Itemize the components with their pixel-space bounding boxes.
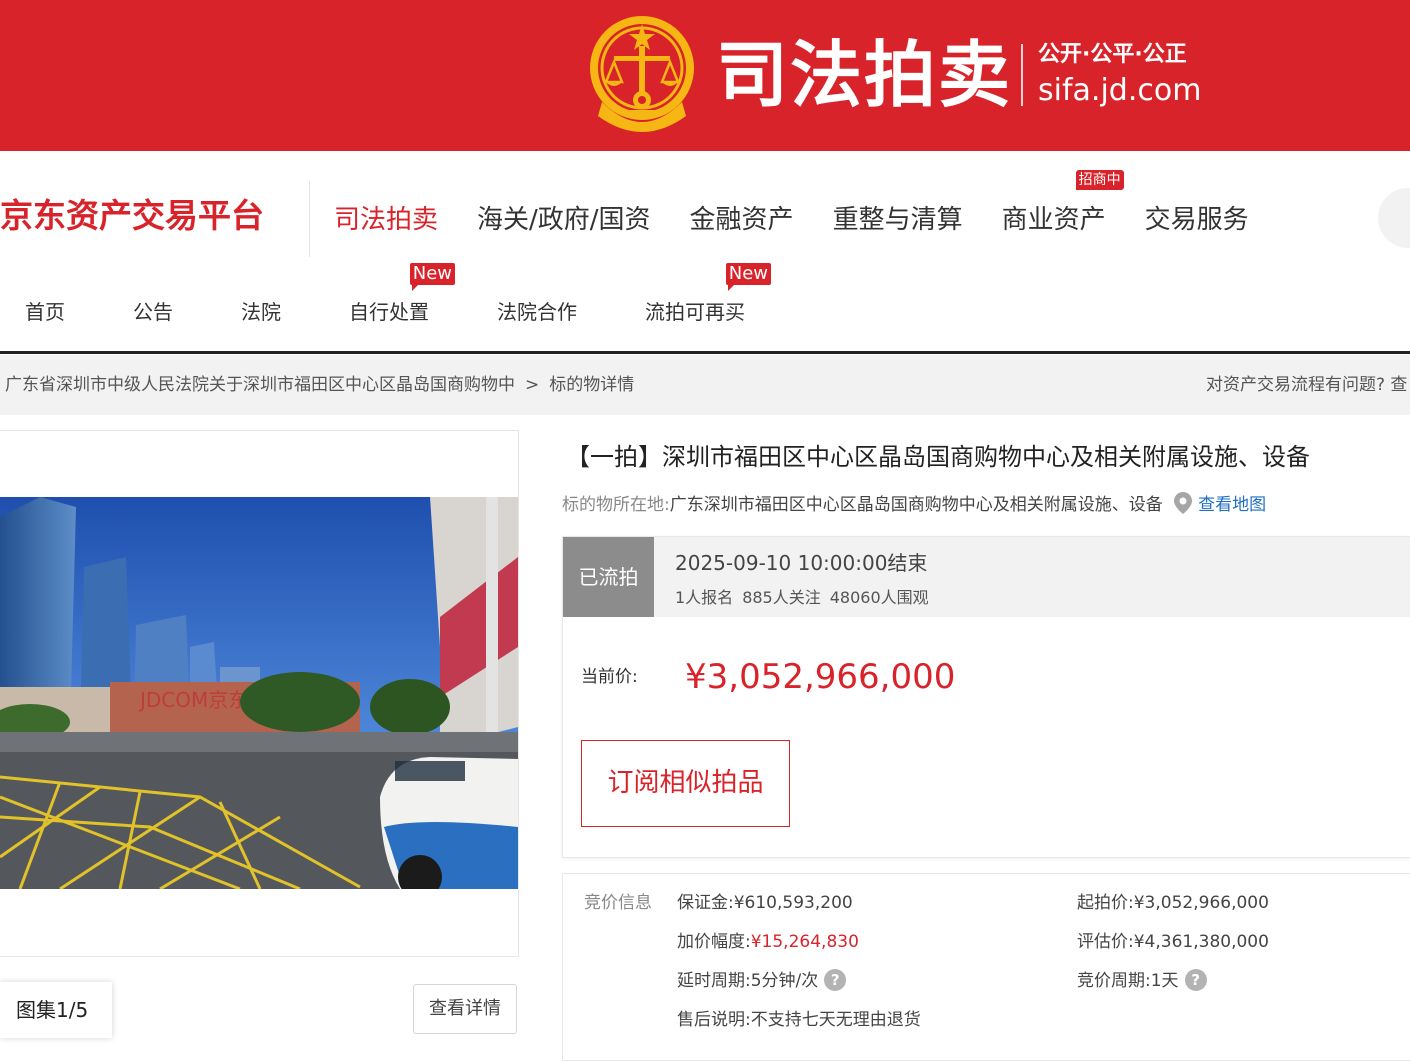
increment-label: 加价幅度: (677, 932, 751, 952)
subnav-court-cooperation[interactable]: 法院合作 (497, 296, 577, 328)
main-nav-trade-services[interactable]: 交易服务 (1145, 200, 1249, 240)
subnav-home[interactable]: 首页 (25, 296, 65, 328)
deposit-label: 保证金: (677, 893, 734, 913)
location-label: 标的物所在地: (562, 495, 670, 515)
sub-nav: 首页 公告 法院 自行处置 New 法院合作 流拍可再买 New (25, 263, 771, 328)
lot-location: 标的物所在地:广东深圳市福田区中心区晶岛国商购物中心及相关附属设施、设备 查看地… (562, 492, 1266, 517)
follower-count: 885人关注 (742, 588, 821, 607)
delay-period-row: 延时周期:5分钟/次? (677, 969, 847, 993)
breadcrumb-bar: 广东省深圳市中级人民法院关于深圳市福田区中心区晶岛国商购物中 > 标的物详情 对资产… (0, 355, 1410, 415)
gallery-counter[interactable]: 图集1/5 (0, 982, 112, 1038)
subnav-announcements[interactable]: 公告 (133, 296, 173, 328)
view-map-link[interactable]: 查看地图 (1198, 495, 1266, 515)
new-badge: New (725, 263, 771, 291)
deposit-row: 保证金:¥610,593,200 (677, 891, 853, 915)
main-nav-restructuring[interactable]: 重整与清算 (833, 200, 963, 240)
main-nav: 司法拍卖 海关/政府/国资 金融资产 重整与清算 商业资产 招商中 交易服务 (334, 170, 1249, 240)
property-photo[interactable]: JDCOM京东 (0, 497, 518, 889)
property-photo-image: JDCOM京东 (0, 497, 518, 889)
appraisal-value: ¥4,361,380,000 (1133, 932, 1269, 952)
main-nav-financial-assets[interactable]: 金融资产 (690, 200, 794, 240)
current-price: ¥3,052,966,000 (685, 657, 956, 697)
subnav-failed-auction-rebuy[interactable]: 流拍可再买 New (645, 263, 771, 328)
banner-domain: sifa.jd.com (1038, 73, 1202, 108)
recruiting-badge: 招商中 (1075, 170, 1124, 190)
banner-title: 司法拍卖 (716, 33, 1013, 117)
sub-nav-border (0, 351, 1410, 354)
starting-price-row: 起拍价:¥3,052,966,000 (1077, 891, 1269, 915)
platform-divider (309, 181, 310, 257)
court-emblem-icon (590, 16, 694, 132)
bid-info-label: 竞价信息 (584, 893, 652, 913)
main-nav-customs-government[interactable]: 海关/政府/国资 (477, 200, 651, 240)
starting-price-value: ¥3,052,966,000 (1133, 893, 1269, 913)
process-help-link[interactable]: 对资产交易流程有问题? 查 (1206, 374, 1407, 396)
top-banner: 司法拍卖 公开·公平·公正 sifa.jd.com (0, 0, 1410, 151)
bid-info-panel: 竞价信息 保证金:¥610,593,200 起拍价:¥3,052,966,000… (562, 873, 1410, 1061)
registered-count: 1人报名 (675, 588, 734, 607)
help-icon[interactable]: ? (824, 969, 847, 991)
banner-divider (1021, 44, 1023, 106)
main-nav-judicial-auction[interactable]: 司法拍卖 (334, 200, 438, 240)
lot-title: 【一拍】深圳市福田区中心区晶岛国商购物中心及相关附属设施、设备 (566, 443, 1310, 471)
subnav-courts[interactable]: 法院 (241, 296, 281, 328)
photo-watermark: JDCOM京东 (138, 688, 248, 712)
search-button[interactable] (1378, 188, 1410, 248)
appraisal-label: 评估价: (1077, 932, 1134, 952)
increment-value: ¥15,264,830 (750, 932, 859, 952)
main-nav-commercial-assets[interactable]: 商业资产 招商中 (1002, 170, 1124, 240)
delay-period-label: 延时周期: (677, 971, 751, 991)
increment-row: 加价幅度:¥15,264,830 (677, 930, 859, 954)
end-time: 2025-09-10 10:00:00结束 (675, 551, 928, 575)
banner-slogan: 公开·公平·公正 (1038, 42, 1187, 67)
platform-logo[interactable]: 京东资产交易平台 (0, 194, 264, 238)
starting-price-label: 起拍价: (1077, 893, 1134, 913)
breadcrumb-separator: > (525, 375, 540, 395)
breadcrumb: 广东省深圳市中级人民法院关于深圳市福田区中心区晶岛国商购物中 > 标的物详情 (5, 374, 634, 396)
deposit-value: ¥610,593,200 (733, 893, 853, 913)
location-value: 广东深圳市福田区中心区晶岛国商购物中心及相关附属设施、设备 (669, 495, 1163, 515)
bid-period-row: 竞价周期:1天? (1077, 969, 1207, 993)
participation-stats: 1人报名 885人关注 48060人围观 (675, 587, 938, 609)
subnav-self-disposal[interactable]: 自行处置 New (349, 263, 455, 328)
breadcrumb-current: 标的物详情 (549, 375, 635, 395)
breadcrumb-parent-link[interactable]: 广东省深圳市中级人民法院关于深圳市福田区中心区晶岛国商购物中 (5, 375, 515, 395)
appraisal-row: 评估价:¥4,361,380,000 (1077, 930, 1269, 954)
aftersale-value: 不支持七天无理由退货 (750, 1010, 921, 1030)
new-badge: New (409, 263, 455, 291)
subscribe-similar-button[interactable]: 订阅相似拍品 (581, 740, 790, 827)
viewer-count: 48060人围观 (829, 588, 929, 607)
status-header: 已流拍 2025-09-10 10:00:00结束 1人报名 885人关注 4806… (563, 537, 1410, 617)
status-badge: 已流拍 (563, 537, 654, 617)
map-pin-icon (1174, 492, 1193, 514)
auction-status-panel: 已流拍 2025-09-10 10:00:00结束 1人报名 885人关注 4806… (562, 536, 1410, 858)
aftersale-row: 售后说明:不支持七天无理由退货 (677, 1008, 921, 1032)
view-details-button[interactable]: 查看详情 (413, 984, 517, 1034)
help-icon[interactable]: ? (1184, 969, 1207, 991)
aftersale-label: 售后说明: (677, 1010, 751, 1030)
bid-period-value: 1天 (1150, 971, 1179, 991)
bid-period-label: 竞价周期: (1077, 971, 1151, 991)
current-price-label: 当前价: (581, 667, 638, 687)
delay-period-value: 5分钟/次 (750, 971, 819, 991)
